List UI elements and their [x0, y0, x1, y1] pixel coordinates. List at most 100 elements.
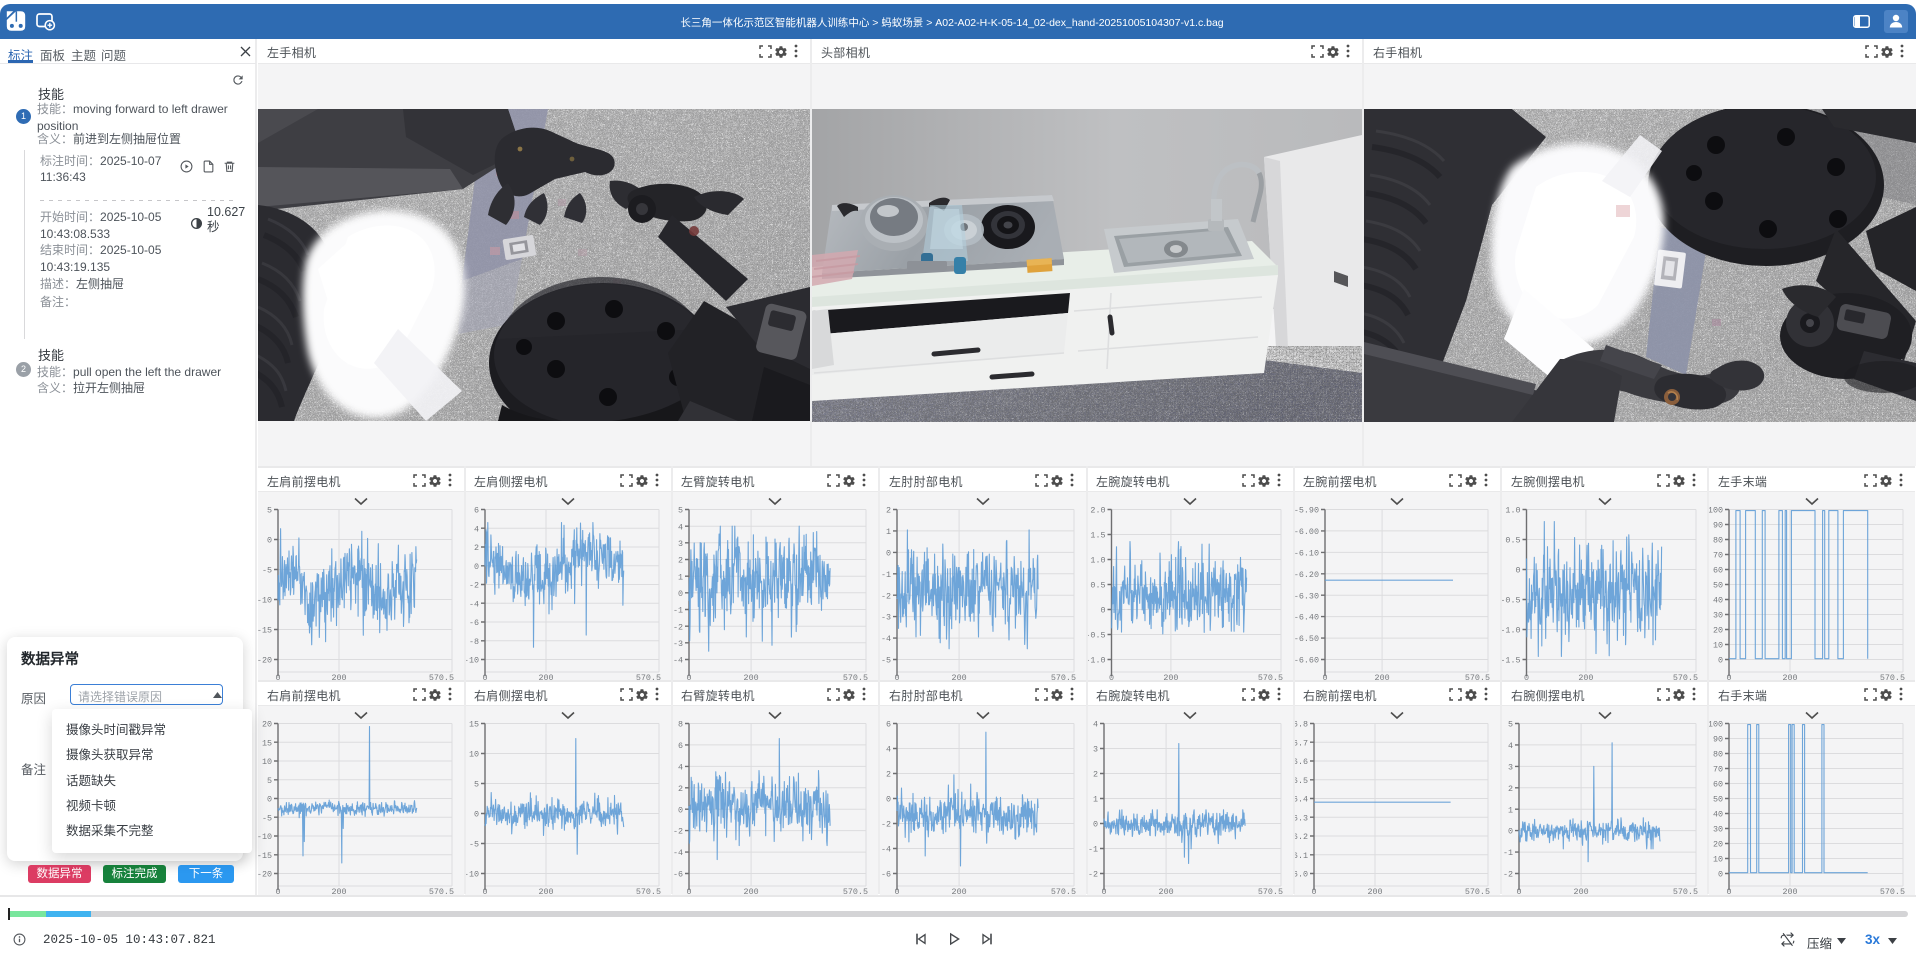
svg-text:20: 20: [262, 720, 272, 730]
svg-text:10: 10: [469, 750, 479, 760]
svg-text:2.0: 2.0: [1090, 506, 1105, 516]
svg-text:0: 0: [678, 589, 683, 599]
svg-text:-4: -4: [673, 656, 683, 666]
svg-text:20: 20: [1713, 626, 1723, 636]
svg-text:-6.40: -6.40: [1294, 613, 1319, 623]
svg-text:-4: -4: [881, 634, 891, 644]
svg-text:6: 6: [886, 720, 891, 730]
svg-text:0: 0: [267, 795, 272, 805]
svg-text:-10: -10: [258, 596, 272, 606]
svg-text:-6.30: -6.30: [1294, 591, 1319, 601]
svg-text:0: 0: [267, 536, 272, 546]
svg-text:60: 60: [1713, 566, 1723, 576]
svg-text:6.6: 6.6: [1294, 757, 1308, 767]
svg-text:-1: -1: [881, 570, 891, 580]
svg-text:6.5: 6.5: [1294, 776, 1308, 786]
svg-text:5: 5: [474, 780, 479, 790]
svg-text:-10: -10: [465, 870, 479, 880]
svg-text:6.3: 6.3: [1294, 813, 1308, 823]
svg-text:-6: -6: [673, 870, 683, 880]
svg-text:6.1: 6.1: [1294, 851, 1308, 861]
svg-text:-1.0: -1.0: [1502, 626, 1521, 636]
svg-text:-5.90: -5.90: [1294, 506, 1319, 516]
svg-text:-1: -1: [1503, 848, 1513, 858]
svg-text:-2: -2: [1503, 870, 1513, 880]
svg-text:10: 10: [1713, 855, 1723, 865]
svg-text:15: 15: [262, 738, 272, 748]
svg-text:-5: -5: [262, 813, 272, 823]
svg-text:0: 0: [678, 805, 683, 815]
svg-text:2: 2: [886, 770, 891, 780]
svg-text:-15: -15: [258, 851, 272, 861]
svg-text:-15: -15: [258, 626, 272, 636]
svg-text:3: 3: [1093, 745, 1098, 755]
svg-text:40: 40: [1713, 810, 1723, 820]
svg-text:-20: -20: [258, 656, 272, 666]
svg-text:0: 0: [1515, 566, 1520, 576]
svg-text:1.5: 1.5: [1090, 531, 1105, 541]
svg-text:3: 3: [1508, 763, 1513, 773]
svg-text:80: 80: [1713, 536, 1723, 546]
svg-text:1.0: 1.0: [1505, 506, 1520, 516]
svg-text:-2: -2: [469, 581, 479, 591]
svg-text:-3: -3: [673, 639, 683, 649]
svg-text:-10: -10: [465, 656, 479, 666]
svg-text:-2: -2: [881, 591, 891, 601]
svg-text:10: 10: [1713, 641, 1723, 651]
svg-text:6.0: 6.0: [1294, 870, 1308, 880]
svg-text:-20: -20: [258, 870, 272, 880]
svg-text:-2: -2: [673, 622, 683, 632]
svg-text:-3: -3: [881, 613, 891, 623]
svg-text:100: 100: [1709, 506, 1723, 516]
svg-text:2: 2: [1093, 770, 1098, 780]
svg-text:15: 15: [469, 720, 479, 730]
svg-text:-0.5: -0.5: [1087, 631, 1106, 641]
svg-text:6.2: 6.2: [1294, 832, 1308, 842]
svg-text:4: 4: [474, 524, 479, 534]
svg-text:-5: -5: [469, 840, 479, 850]
svg-text:5: 5: [267, 776, 272, 786]
svg-text:8: 8: [678, 720, 683, 730]
svg-text:6.8: 6.8: [1294, 720, 1308, 730]
svg-text:6.7: 6.7: [1294, 738, 1308, 748]
svg-text:-1: -1: [673, 606, 683, 616]
svg-text:6.4: 6.4: [1294, 795, 1308, 805]
svg-text:3: 3: [678, 539, 683, 549]
svg-text:-0.5: -0.5: [1502, 596, 1521, 606]
svg-text:-2: -2: [881, 820, 891, 830]
svg-text:-6.10: -6.10: [1294, 549, 1319, 559]
svg-text:40: 40: [1713, 596, 1723, 606]
svg-text:0: 0: [1093, 820, 1098, 830]
svg-text:4: 4: [1093, 720, 1098, 730]
svg-text:-5: -5: [881, 656, 891, 666]
svg-text:60: 60: [1713, 780, 1723, 790]
svg-text:90: 90: [1713, 735, 1723, 745]
svg-text:5: 5: [267, 506, 272, 516]
svg-text:4: 4: [678, 763, 683, 773]
svg-text:-4: -4: [469, 599, 479, 609]
svg-text:-6: -6: [881, 870, 891, 880]
svg-text:50: 50: [1713, 795, 1723, 805]
svg-text:-1: -1: [1088, 845, 1098, 855]
svg-text:10: 10: [262, 757, 272, 767]
svg-text:0: 0: [1718, 870, 1723, 880]
svg-text:0: 0: [886, 549, 891, 559]
svg-text:0: 0: [474, 562, 479, 572]
svg-text:0.5: 0.5: [1505, 536, 1520, 546]
svg-text:30: 30: [1713, 825, 1723, 835]
svg-text:-8: -8: [469, 637, 479, 647]
svg-text:-2: -2: [673, 827, 683, 837]
svg-text:90: 90: [1713, 521, 1723, 531]
svg-text:1: 1: [678, 572, 683, 582]
svg-text:30: 30: [1713, 611, 1723, 621]
svg-text:4: 4: [678, 522, 683, 532]
svg-text:-6.20: -6.20: [1294, 570, 1319, 580]
svg-text:70: 70: [1713, 551, 1723, 561]
svg-text:-1.0: -1.0: [1087, 656, 1106, 666]
svg-text:0: 0: [1718, 656, 1723, 666]
svg-text:100: 100: [1709, 720, 1723, 730]
svg-text:0: 0: [474, 810, 479, 820]
svg-text:2: 2: [678, 784, 683, 794]
svg-text:0.5: 0.5: [1090, 581, 1105, 591]
svg-text:4: 4: [886, 745, 891, 755]
